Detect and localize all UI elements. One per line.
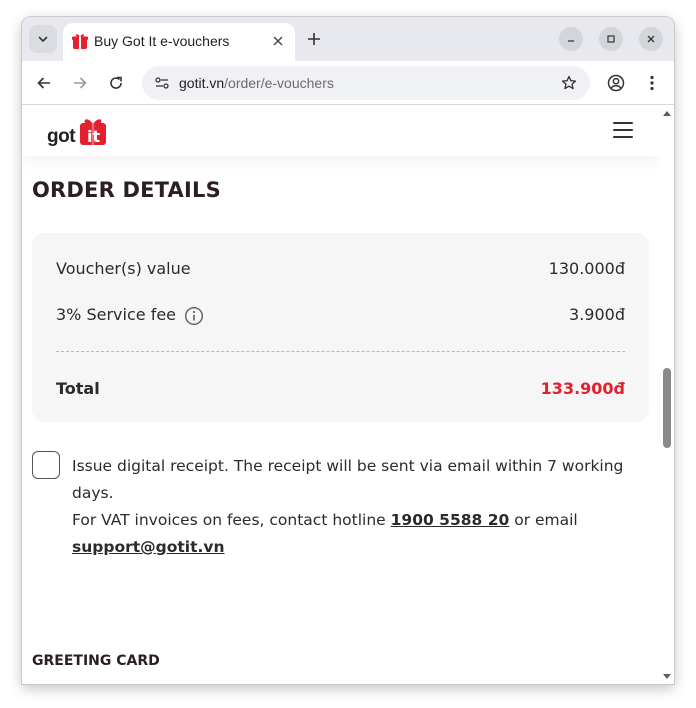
browser-toolbar: gotit.vn/order/e-vouchers [22,61,674,105]
service-fee-amount: 3.900đ [569,305,625,324]
reload-icon [110,76,122,89]
close-icon [647,35,655,43]
scrollbar-thumb[interactable] [663,368,671,448]
back-button[interactable] [31,70,57,96]
url-host: gotit.vn [179,75,225,91]
info-icon[interactable] [184,306,204,326]
greeting-card-heading: GREETING CARD [32,653,160,669]
tab-strip: Buy Got It e-vouchers [22,17,674,61]
minimize-button[interactable] [559,27,583,51]
plus-icon [308,33,320,45]
address-bar[interactable]: gotit.vn/order/e-vouchers [142,66,590,100]
browser-window: Buy Got It e-vouchers gotit.vn/order/e-v… [22,17,674,684]
order-details-heading: ORDER DETAILS [32,178,221,202]
scroll-down-arrow-icon[interactable] [663,674,671,679]
voucher-value-label: Voucher(s) value [56,259,191,278]
maximize-icon [607,35,615,43]
site-header: got it [22,106,660,156]
total-label: Total [56,379,100,398]
scroll-up-arrow-icon[interactable] [663,111,671,116]
order-summary-card: Voucher(s) value 130.000đ 3% Service fee… [32,233,649,422]
active-tab[interactable]: Buy Got It e-vouchers [63,23,295,61]
svg-text:it: it [87,127,100,146]
url-text: gotit.vn/order/e-vouchers [179,75,334,91]
chevron-down-icon [38,36,48,43]
gift-logo-icon: it [80,119,106,146]
page-viewport: got it ORDER DETAILS Voucher(s) value 13… [22,106,674,684]
reload-button[interactable] [103,70,129,96]
profile-button[interactable] [603,70,629,96]
total-amount: 133.900đ [540,379,625,398]
vat-prefix-text: For VAT invoices on fees, contact hotlin… [72,511,391,529]
support-email-link[interactable]: support@gotit.vn [72,538,225,556]
forward-button[interactable] [67,70,93,96]
receipt-description: Issue digital receipt. The receipt will … [72,453,632,561]
gift-favicon-icon [72,34,88,49]
logo-wordmark: got [47,126,76,147]
more-vertical-icon [650,75,654,91]
vat-info-text: For VAT invoices on fees, contact hotlin… [72,507,632,561]
account-circle-icon [607,74,625,92]
page-scrollbar[interactable] [660,106,674,684]
dashed-divider [56,351,625,352]
vat-middle-text: or email [509,511,578,529]
receipt-info-text: Issue digital receipt. The receipt will … [72,457,624,502]
voucher-value-amount: 130.000đ [548,259,625,278]
new-tab-button[interactable] [302,27,326,51]
hamburger-menu-icon[interactable] [613,122,633,138]
url-path: /order/e-vouchers [224,75,334,91]
service-fee-label: 3% Service fee [56,305,177,324]
browser-menu-button[interactable] [639,70,665,96]
close-window-button[interactable] [639,27,663,51]
site-info-icon[interactable] [151,72,173,94]
digital-receipt-checkbox[interactable] [32,451,60,479]
arrow-left-icon [37,77,50,89]
tab-search-button[interactable] [29,25,57,53]
tab-title: Buy Got It e-vouchers [94,33,230,49]
maximize-button[interactable] [599,27,623,51]
arrow-right-icon [74,77,87,89]
minimize-icon [568,40,574,42]
close-tab-icon[interactable] [269,32,287,50]
bookmark-star-icon[interactable] [558,72,580,94]
hotline-link[interactable]: 1900 5588 20 [391,511,510,529]
